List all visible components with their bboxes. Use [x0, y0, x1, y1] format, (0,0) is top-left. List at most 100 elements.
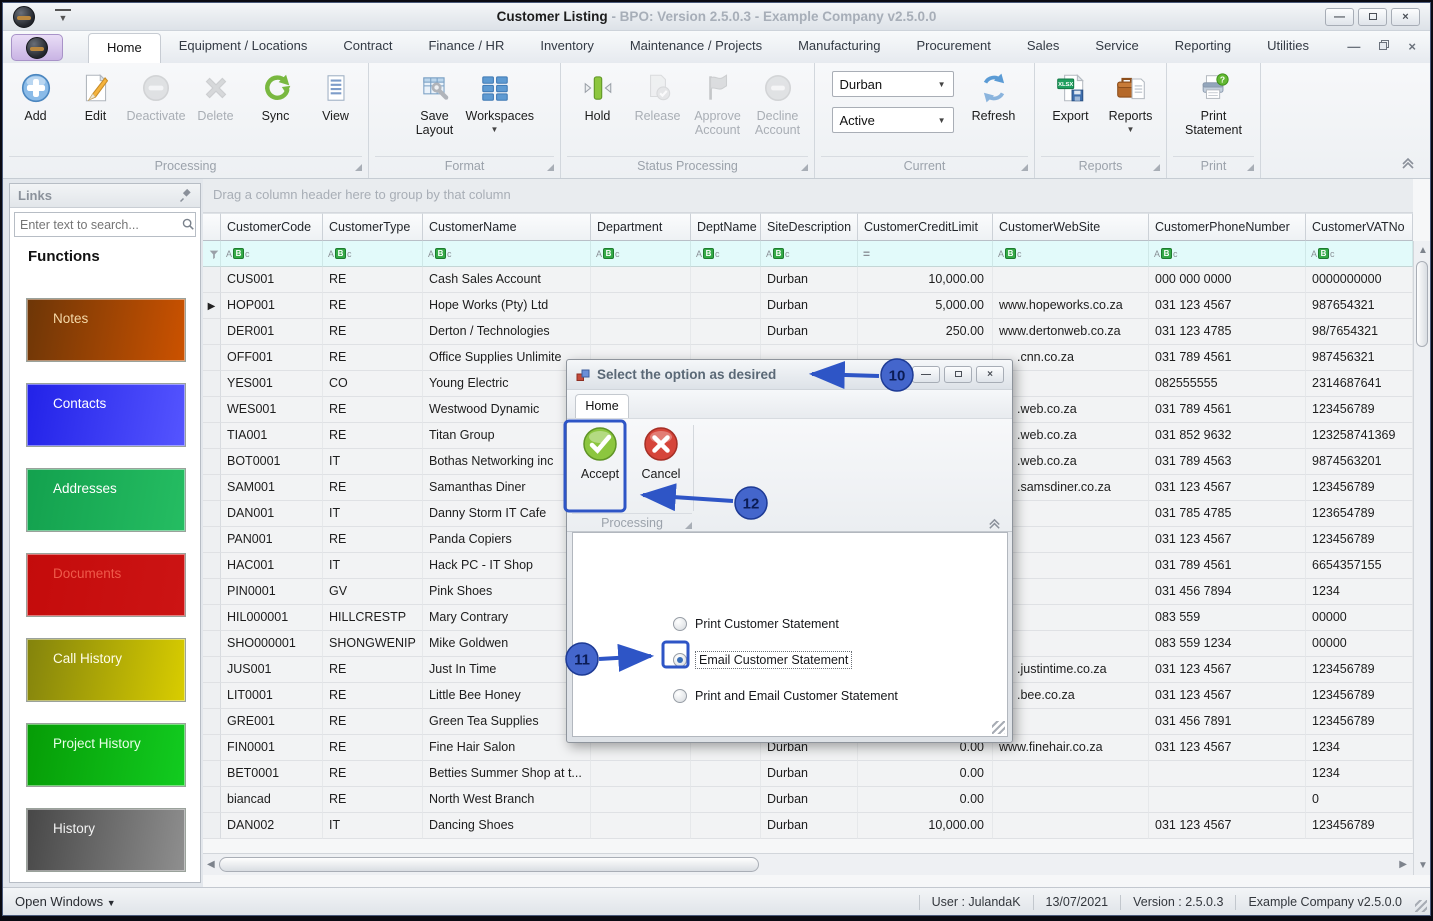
- column-header-customerwebsite[interactable]: CustomerWebSite: [993, 213, 1149, 241]
- filter-cell-customername[interactable]: ABc: [423, 241, 591, 267]
- sync-button[interactable]: Sync: [246, 67, 306, 125]
- save-layout-button[interactable]: Save Layout: [405, 67, 465, 139]
- radio-option-print-and-email-customer-statement[interactable]: Print and Email Customer Statement: [673, 685, 898, 707]
- edit-button[interactable]: Edit: [66, 67, 126, 125]
- dialog-ribbon-collapse-icon[interactable]: [987, 517, 1002, 530]
- accept-button[interactable]: Accept: [572, 425, 628, 511]
- function-button-notes[interactable]: Notes: [26, 298, 186, 362]
- ribbon-collapse-icon[interactable]: [1400, 156, 1416, 170]
- filter-cell-sitedescription[interactable]: ABc: [761, 241, 858, 267]
- pin-icon[interactable]: [178, 188, 194, 204]
- column-header-customertype[interactable]: CustomerType: [323, 213, 423, 241]
- function-button-call-history[interactable]: Call History: [26, 638, 186, 702]
- filter-cell-customervatno[interactable]: ABc: [1306, 241, 1413, 267]
- filter-cell-customertype[interactable]: ABc: [323, 241, 423, 267]
- dialog-resize-grip[interactable]: [992, 721, 1005, 734]
- print-statement-button[interactable]: ?Print Statement: [1184, 67, 1244, 139]
- column-header-customercode[interactable]: CustomerCode: [221, 213, 323, 241]
- cancel-button[interactable]: Cancel: [633, 425, 689, 511]
- open-windows-button[interactable]: Open Windows ▼: [15, 888, 116, 917]
- vertical-scrollbar[interactable]: ▲ ▼: [1413, 241, 1430, 875]
- reports-button[interactable]: Reports▼: [1101, 67, 1161, 136]
- tab-inventory[interactable]: Inventory: [522, 31, 611, 63]
- dialog-launcher-icon[interactable]: [1153, 164, 1160, 171]
- abc-filter-icon[interactable]: ABc: [428, 248, 452, 259]
- tab-finance-hr[interactable]: Finance / HR: [410, 31, 522, 63]
- table-row-bet0001[interactable]: BET0001REBetties Summer Shop at t...Durb…: [203, 761, 1413, 787]
- column-header-department[interactable]: Department: [591, 213, 691, 241]
- abc-filter-icon[interactable]: ABc: [766, 248, 790, 259]
- tab-manufacturing[interactable]: Manufacturing: [780, 31, 898, 63]
- mdi-restore-icon[interactable]: [1378, 39, 1390, 54]
- dialog-launcher-icon[interactable]: [355, 164, 362, 171]
- table-row-der001[interactable]: DER001REDerton / TechnologiesDurban250.0…: [203, 319, 1413, 345]
- mdi-minimize-icon[interactable]: —: [1347, 40, 1360, 54]
- tab-contract[interactable]: Contract: [325, 31, 410, 63]
- group-by-panel[interactable]: Drag a column header here to group by th…: [203, 179, 1413, 213]
- scroll-up-icon[interactable]: ▲: [1418, 245, 1428, 256]
- filter-cell-department[interactable]: ABc: [591, 241, 691, 267]
- app-menu-button[interactable]: [11, 34, 63, 61]
- mdi-close-icon[interactable]: ×: [1408, 40, 1416, 54]
- abc-filter-icon[interactable]: ABc: [596, 248, 620, 259]
- column-header-customername[interactable]: CustomerName: [423, 213, 591, 241]
- dialog-launcher-icon[interactable]: [547, 164, 554, 171]
- abc-filter-icon[interactable]: ABc: [1311, 248, 1335, 259]
- workspaces-button[interactable]: Workspaces▼: [465, 67, 525, 136]
- tab-service[interactable]: Service: [1077, 31, 1156, 63]
- column-header-customerphonenumber[interactable]: CustomerPhoneNumber: [1149, 213, 1306, 241]
- radio-button[interactable]: [673, 689, 687, 703]
- column-header-customercreditlimit[interactable]: CustomerCreditLimit: [858, 213, 993, 241]
- vertical-scroll-thumb[interactable]: [1416, 261, 1428, 347]
- abc-filter-icon[interactable]: ABc: [696, 248, 720, 259]
- abc-filter-icon[interactable]: ABc: [1154, 248, 1178, 259]
- refresh-button[interactable]: Refresh: [964, 67, 1024, 125]
- window-resize-grip[interactable]: [1415, 900, 1427, 912]
- hold-button[interactable]: Hold: [568, 67, 628, 125]
- dialog-minimize-button[interactable]: —: [912, 366, 940, 383]
- table-row-dan002[interactable]: DAN002ITDancing ShoesDurban10,000.00031 …: [203, 813, 1413, 839]
- tab-utilities[interactable]: Utilities: [1249, 31, 1327, 63]
- dialog-maximize-button[interactable]: [944, 366, 972, 383]
- equals-filter-icon[interactable]: =: [863, 247, 870, 261]
- function-button-addresses[interactable]: Addresses: [26, 468, 186, 532]
- column-header-customervatno[interactable]: CustomerVATNo: [1306, 213, 1413, 241]
- function-button-documents[interactable]: Documents: [26, 553, 186, 617]
- maximize-button[interactable]: [1358, 8, 1387, 26]
- radio-button[interactable]: [673, 653, 687, 667]
- abc-filter-icon[interactable]: ABc: [998, 248, 1022, 259]
- table-row-cus001[interactable]: CUS001RECash Sales AccountDurban10,000.0…: [203, 267, 1413, 293]
- abc-filter-icon[interactable]: ABc: [226, 248, 250, 259]
- tab-sales[interactable]: Sales: [1009, 31, 1078, 63]
- dialog-launcher-icon[interactable]: [801, 164, 808, 171]
- dialog-launcher-icon[interactable]: [1247, 164, 1254, 171]
- minimize-button[interactable]: —: [1325, 8, 1354, 26]
- tab-procurement[interactable]: Procurement: [898, 31, 1008, 63]
- tab-reporting[interactable]: Reporting: [1157, 31, 1249, 63]
- search-input[interactable]: [15, 218, 181, 232]
- add-button[interactable]: Add: [6, 67, 66, 125]
- dialog-tab-home[interactable]: Home: [575, 394, 629, 418]
- radio-option-email-customer-statement[interactable]: Email Customer Statement: [673, 649, 852, 671]
- status-filter-combo[interactable]: Active▼: [832, 107, 954, 133]
- close-button[interactable]: ×: [1391, 8, 1420, 26]
- abc-filter-icon[interactable]: ABc: [328, 248, 352, 259]
- search-icon[interactable]: [181, 217, 195, 233]
- column-header-sitedescription[interactable]: SiteDescription: [761, 213, 858, 241]
- function-button-project-history[interactable]: Project History: [26, 723, 186, 787]
- column-header-deptname[interactable]: DeptName: [691, 213, 761, 241]
- table-row-biancad[interactable]: biancadRENorth West BranchDurban0.000: [203, 787, 1413, 813]
- filter-cell-customerwebsite[interactable]: ABc: [993, 241, 1149, 267]
- tab-equipment-locations[interactable]: Equipment / Locations: [161, 31, 326, 63]
- scroll-left-icon[interactable]: ◀: [207, 859, 215, 870]
- dialog-launcher-icon[interactable]: [685, 522, 692, 529]
- view-button[interactable]: View: [306, 67, 366, 125]
- filter-cell-customerphonenumber[interactable]: ABc: [1149, 241, 1306, 267]
- filter-cell-customercreditlimit[interactable]: =: [858, 241, 993, 267]
- dialog-launcher-icon[interactable]: [1021, 164, 1028, 171]
- scroll-down-icon[interactable]: ▼: [1418, 860, 1428, 871]
- tab-home[interactable]: Home: [88, 33, 161, 63]
- radio-button[interactable]: [673, 617, 687, 631]
- tab-maintenance-projects[interactable]: Maintenance / Projects: [612, 31, 780, 63]
- horizontal-scrollbar[interactable]: ◀ ▶: [203, 853, 1413, 875]
